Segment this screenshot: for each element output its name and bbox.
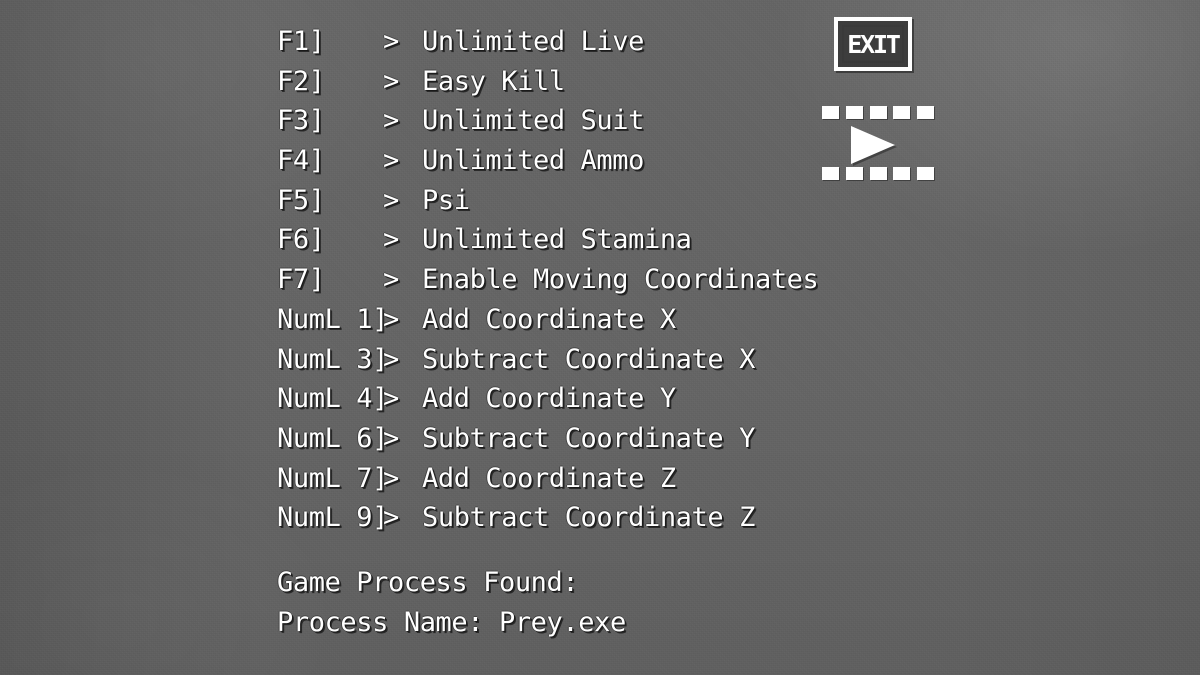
cheat-hotkey: F1] xyxy=(277,26,325,57)
cheat-row[interactable]: F2] > Easy Kill xyxy=(277,62,837,102)
status-process-found: Game Process Found: xyxy=(277,567,579,598)
cheat-label: Add Coordinate Z xyxy=(422,462,676,494)
film-perforation-row-top xyxy=(822,106,934,119)
status-block: Game Process Found: Process Name: Prey.e… xyxy=(277,563,626,642)
cheat-row[interactable]: NumL 7] > Add Coordinate Z xyxy=(277,459,837,499)
chevron-right-icon: > xyxy=(383,145,399,177)
chevron-right-icon: > xyxy=(383,422,399,454)
film-perforation xyxy=(869,167,887,180)
cheat-label: Unlimited Suit xyxy=(422,105,644,137)
chevron-right-icon: > xyxy=(383,264,399,296)
chevron-right-icon: > xyxy=(383,343,399,375)
cheat-hotkey: F7] xyxy=(277,264,325,296)
cheat-hotkey: F5] xyxy=(277,184,325,216)
cheat-label: Unlimited Ammo xyxy=(422,145,644,177)
cheat-label: Subtract Coordinate X xyxy=(422,343,755,375)
cheat-row[interactable]: NumL 3] > Subtract Coordinate X xyxy=(277,340,837,380)
cheat-label: Easy Kill xyxy=(422,65,565,97)
cheat-row[interactable]: NumL 9] > Subtract Coordinate Z xyxy=(277,498,837,538)
chevron-right-icon: > xyxy=(383,26,399,57)
chevron-right-icon: > xyxy=(383,303,399,335)
cheat-hotkey: NumL 9] xyxy=(277,502,388,534)
cheat-row[interactable]: F4] > Unlimited Ammo xyxy=(277,141,837,181)
cheat-label: Add Coordinate X xyxy=(422,303,676,335)
cheat-label: Add Coordinate Y xyxy=(422,383,676,415)
cheat-label: Subtract Coordinate Y xyxy=(422,422,755,454)
chevron-right-icon: > xyxy=(383,105,399,137)
film-perforation xyxy=(917,106,934,119)
chevron-right-icon: > xyxy=(383,224,399,256)
cheat-hotkey: NumL 1] xyxy=(277,303,388,335)
film-perforation xyxy=(869,106,887,119)
chevron-right-icon: > xyxy=(383,383,399,415)
cheat-hotkey: F6] xyxy=(277,224,325,256)
cheat-label: Subtract Coordinate Z xyxy=(422,502,755,534)
cheat-row[interactable]: NumL 6] > Subtract Coordinate Y xyxy=(277,419,837,459)
cheat-row[interactable]: F1] > Unlimited Live xyxy=(277,22,837,62)
chevron-right-icon: > xyxy=(383,184,399,216)
cheat-label: Unlimited Live xyxy=(422,26,644,57)
film-strip-play-icon[interactable] xyxy=(822,106,934,180)
film-perforation xyxy=(822,106,839,119)
cheat-row[interactable]: F5] > Psi xyxy=(277,181,837,221)
cheat-row[interactable]: NumL 4] > Add Coordinate Y xyxy=(277,379,837,419)
film-perforation xyxy=(822,167,839,180)
cheat-hotkey: NumL 6] xyxy=(277,422,388,454)
cheat-row[interactable]: NumL 1] > Add Coordinate X xyxy=(277,300,837,340)
cheat-label: Psi xyxy=(422,184,470,216)
cheat-label: Enable Moving Coordinates xyxy=(422,264,819,296)
status-process-name: Process Name: Prey.exe xyxy=(277,606,626,638)
cheat-hotkey: NumL 7] xyxy=(277,462,388,494)
cheat-option-list: F1] > Unlimited Live F2] > Easy Kill F3] > Unlim… xyxy=(277,22,837,538)
trainer-window: F1] > Unlimited Live F2] > Easy Kill F3] > Unlim… xyxy=(0,0,1200,675)
chevron-right-icon: > xyxy=(383,502,399,534)
cheat-row[interactable]: F3] > Unlimited Suit xyxy=(277,101,837,141)
exit-button[interactable]: EXIT xyxy=(834,17,912,71)
film-perforation-row-bottom xyxy=(822,167,934,180)
film-perforation xyxy=(845,167,863,180)
cheat-hotkey: F4] xyxy=(277,145,325,177)
cheat-hotkey: F2] xyxy=(277,65,325,97)
film-perforation xyxy=(893,167,911,180)
cheat-row[interactable]: F7] > Enable Moving Coordinates xyxy=(277,260,837,300)
cheat-label: Unlimited Stamina xyxy=(422,224,692,256)
play-triangle-icon xyxy=(851,126,895,164)
chevron-right-icon: > xyxy=(383,65,399,97)
film-perforation xyxy=(893,106,911,119)
film-perforation xyxy=(917,167,934,180)
cheat-hotkey: NumL 3] xyxy=(277,343,388,375)
cheat-hotkey: F3] xyxy=(277,105,325,137)
exit-sign-icon: EXIT xyxy=(842,25,904,63)
chevron-right-icon: > xyxy=(383,462,399,494)
cheat-hotkey: NumL 4] xyxy=(277,383,388,415)
film-perforation xyxy=(845,106,863,119)
exit-button-label: EXIT xyxy=(847,29,901,59)
cheat-row[interactable]: F6] > Unlimited Stamina xyxy=(277,220,837,260)
